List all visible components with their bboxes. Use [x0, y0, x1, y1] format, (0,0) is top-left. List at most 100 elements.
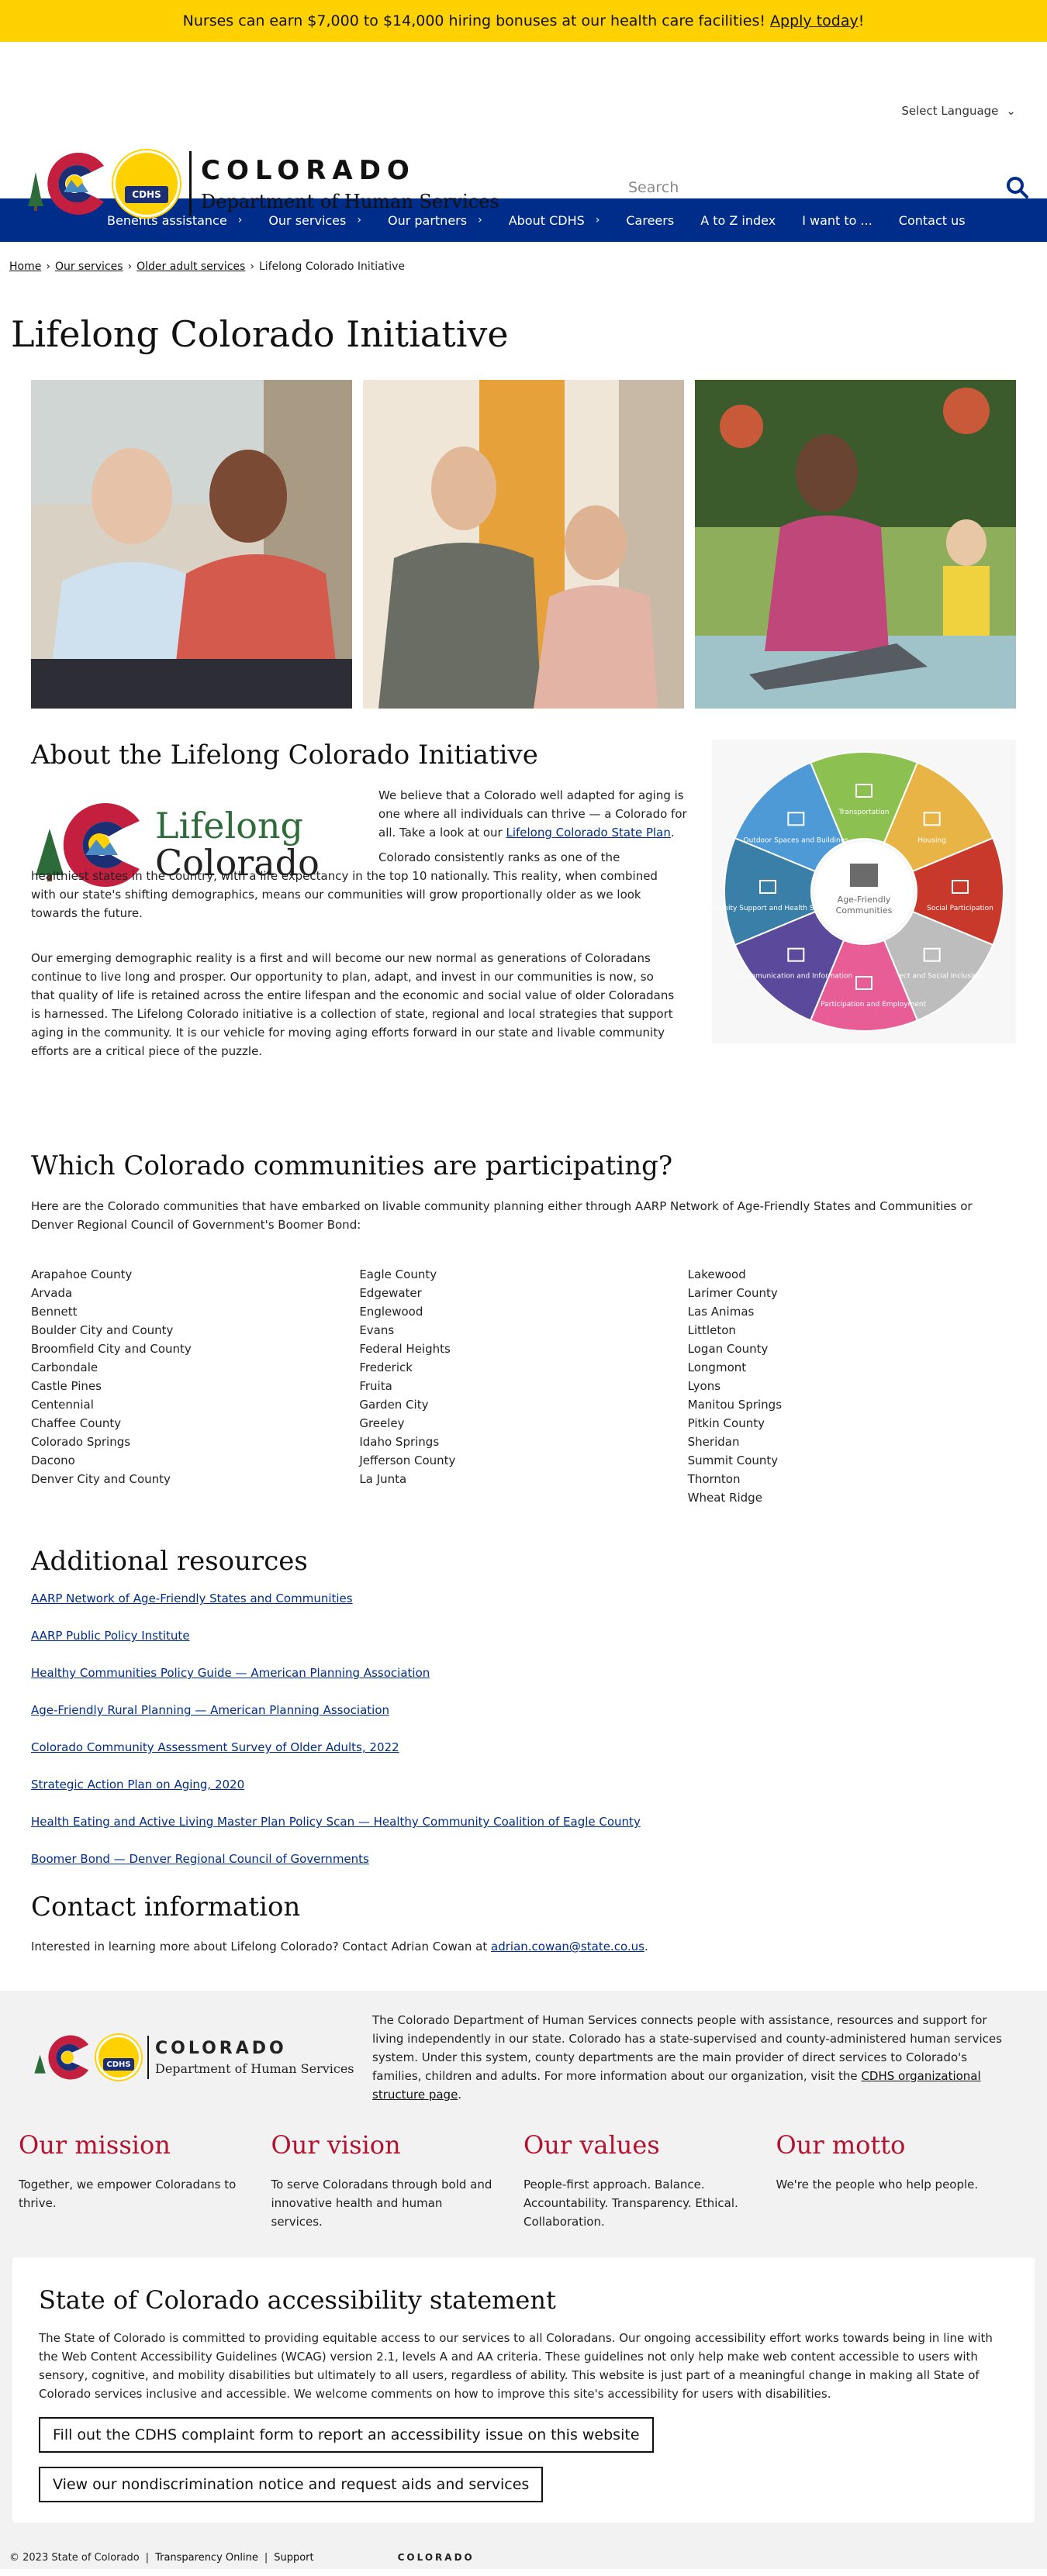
community-item: Sheridan [687, 1435, 740, 1449]
separator: | [145, 2551, 150, 2564]
footer-brand-line-1: COLORADO [155, 2039, 287, 2058]
contact-tail: . [644, 1940, 648, 1954]
communities-column-2: Eagle County Edgewater Englewood Evans Feder… [359, 1265, 687, 1507]
resource-link[interactable]: Strategic Action Plan on Aging, 2020 [31, 1778, 244, 1791]
brand-line-1: COLORADO [201, 155, 416, 186]
apply-today-link[interactable]: Apply today [770, 12, 859, 29]
wheel-center [814, 842, 914, 941]
breadcrumb-separator: › [250, 260, 254, 273]
nav-item[interactable]: Careers [626, 213, 674, 228]
community-item: Arapahoe County [31, 1267, 133, 1281]
wheel-segment-label: Social Participation [927, 905, 993, 912]
nav-item[interactable]: I want to ... [802, 213, 872, 228]
resource-link[interactable]: Boomer Bond — Denver Regional Council of… [31, 1852, 369, 1866]
community-item: Greeley [359, 1416, 405, 1430]
brand-divider [189, 151, 192, 216]
community-item: Logan County [687, 1342, 769, 1356]
communities-column-3: Lakewood Larimer County Las Animas Littleto… [688, 1265, 1016, 1507]
separator: | [264, 2551, 268, 2564]
resources-section: Additional resources AARP Network of Age… [0, 1546, 1047, 1868]
language-selector[interactable]: Select Language ⌄ [901, 104, 1016, 118]
complaint-form-button[interactable]: Fill out the CDHS complaint form to repo… [39, 2417, 654, 2453]
community-item: Bennett [31, 1305, 78, 1319]
community-item: Thornton [687, 1472, 741, 1486]
resources-list: AARP Network of Age-Friendly States and … [31, 1589, 1016, 1868]
footer-brand-text: COLORADO Department of Human Services [155, 2039, 354, 2076]
community-item: Arvada [31, 1286, 73, 1300]
community-item: Las Animas [687, 1305, 755, 1319]
community-item: Fruita [359, 1379, 392, 1393]
footer-cdhs-logo[interactable]: CDHS COLORADO Department of Human Servic… [31, 2011, 372, 2104]
breadcrumb-current: Lifelong Colorado Initiative [258, 260, 406, 273]
support-link[interactable]: Support [274, 2552, 313, 2564]
community-item: Idaho Springs [359, 1435, 440, 1449]
nav-item[interactable]: Contact us [899, 213, 966, 228]
footer-cdhs-badge: CDHS [96, 2035, 141, 2080]
community-item: Pitkin County [687, 1416, 765, 1430]
community-item: Boulder City and County [31, 1323, 174, 1337]
nav-item-label: Careers [626, 212, 675, 228]
cdhs-logo[interactable]: CDHS COLORADO Department of Human Servic… [23, 149, 499, 219]
mission-box: Our mission Together, we empower Colorad… [19, 2130, 271, 2231]
accessibility-text: The State of Colorado is committed to pr… [39, 2331, 993, 2401]
nav-item[interactable]: About CDHS › [509, 213, 600, 228]
vision-heading: Our vision [271, 2130, 401, 2160]
nav-item-label: About CDHS [508, 212, 585, 228]
search-input[interactable]: Search [620, 179, 1004, 196]
community-item: Chaffee County [31, 1416, 122, 1430]
about-p1-tail: . [670, 826, 675, 840]
about-paragraph-2: Colorado consistently ranks as one of th… [31, 850, 658, 920]
photo-woman-yoga [695, 380, 1016, 709]
breadcrumb-separator: › [127, 260, 133, 273]
nav-item-label: A to Z index [700, 212, 776, 228]
breadcrumb-home[interactable]: Home [9, 260, 41, 273]
community-item: Dacono [31, 1454, 75, 1467]
footer-brand-line-2: Department of Human Services [155, 2061, 354, 2076]
resource-link[interactable]: Age-Friendly Rural Planning — American P… [31, 1703, 389, 1717]
age-friendly-communities-wheel: Transportation Housing Social Participatio… [712, 740, 1016, 1043]
about-paragraph-1: We believe that a Colorado well adapted … [378, 786, 704, 842]
community-item: Jefferson County [359, 1454, 456, 1467]
bottom-colorado-logo: COLORADO [397, 2552, 475, 2563]
cdhs-badge-text: CDHS [125, 186, 168, 203]
page-title: Lifelong Colorado Initiative [11, 313, 509, 355]
wheel-segment-label: Communication and Information [739, 973, 852, 981]
breadcrumb-older-adult[interactable]: Older adult services [136, 260, 245, 273]
community-item: Longmont [687, 1360, 747, 1374]
community-item: Eagle County [359, 1267, 437, 1281]
resource-link[interactable]: Healthy Communities Policy Guide — Ameri… [31, 1666, 430, 1680]
community-item: Edgewater [359, 1286, 422, 1300]
values-box: Our values People-first approach. Balanc… [524, 2130, 776, 2231]
communities-intro: Here are the Colorado communities that h… [31, 1199, 973, 1232]
community-item: Littleton [687, 1323, 736, 1337]
about-heading: About the Lifelong Colorado Initiative [31, 740, 538, 771]
resource-link[interactable]: AARP Public Policy Institute [31, 1629, 190, 1643]
about-section: About the Lifelong Colorado Initiative L… [31, 740, 1016, 1104]
state-plan-link[interactable]: Lifelong Colorado State Plan [506, 826, 670, 840]
community-item: Colorado Springs [31, 1435, 131, 1449]
wheel-segment-label: Housing [917, 836, 946, 844]
resource-link[interactable]: Health Eating and Active Living Master P… [31, 1815, 641, 1829]
photo-strip [0, 380, 1047, 709]
resource-item: Strategic Action Plan on Aging, 2020 [31, 1775, 1016, 1794]
resource-link[interactable]: AARP Network of Age-Friendly States and … [31, 1591, 353, 1605]
mission-heading: Our mission [19, 2130, 171, 2160]
nondiscrimination-button[interactable]: View our nondiscrimination notice and re… [39, 2467, 544, 2502]
mission-text: Together, we empower Coloradans to thriv… [19, 2178, 237, 2210]
resource-link[interactable]: Colorado Community Assessment Survey of … [31, 1740, 399, 1754]
contact-text: Interested in learning more about Lifelo… [31, 1940, 1016, 1954]
community-item: Englewood [359, 1305, 423, 1319]
nav-item[interactable]: A to Z index [700, 213, 776, 228]
contact-section: Contact information Interested in learni… [0, 1891, 1047, 1954]
colorado-c-logo-icon [23, 149, 110, 219]
vision-box: Our vision To serve Coloradans through b… [271, 2130, 524, 2231]
community-item: Larimer County [687, 1286, 778, 1300]
contact-email-link[interactable]: adrian.cowan@state.co.us [491, 1940, 644, 1954]
brand-line-2: Department of Human Services [201, 191, 499, 212]
search-box[interactable]: Search [620, 172, 1031, 203]
breadcrumb-services[interactable]: Our services [55, 260, 123, 273]
community-item: Federal Heights [359, 1342, 451, 1356]
search-icon[interactable] [1004, 174, 1031, 202]
wheel-segment-label: Outdoor Spaces and Buildings [744, 836, 849, 844]
transparency-link[interactable]: Transparency Online [155, 2552, 258, 2564]
